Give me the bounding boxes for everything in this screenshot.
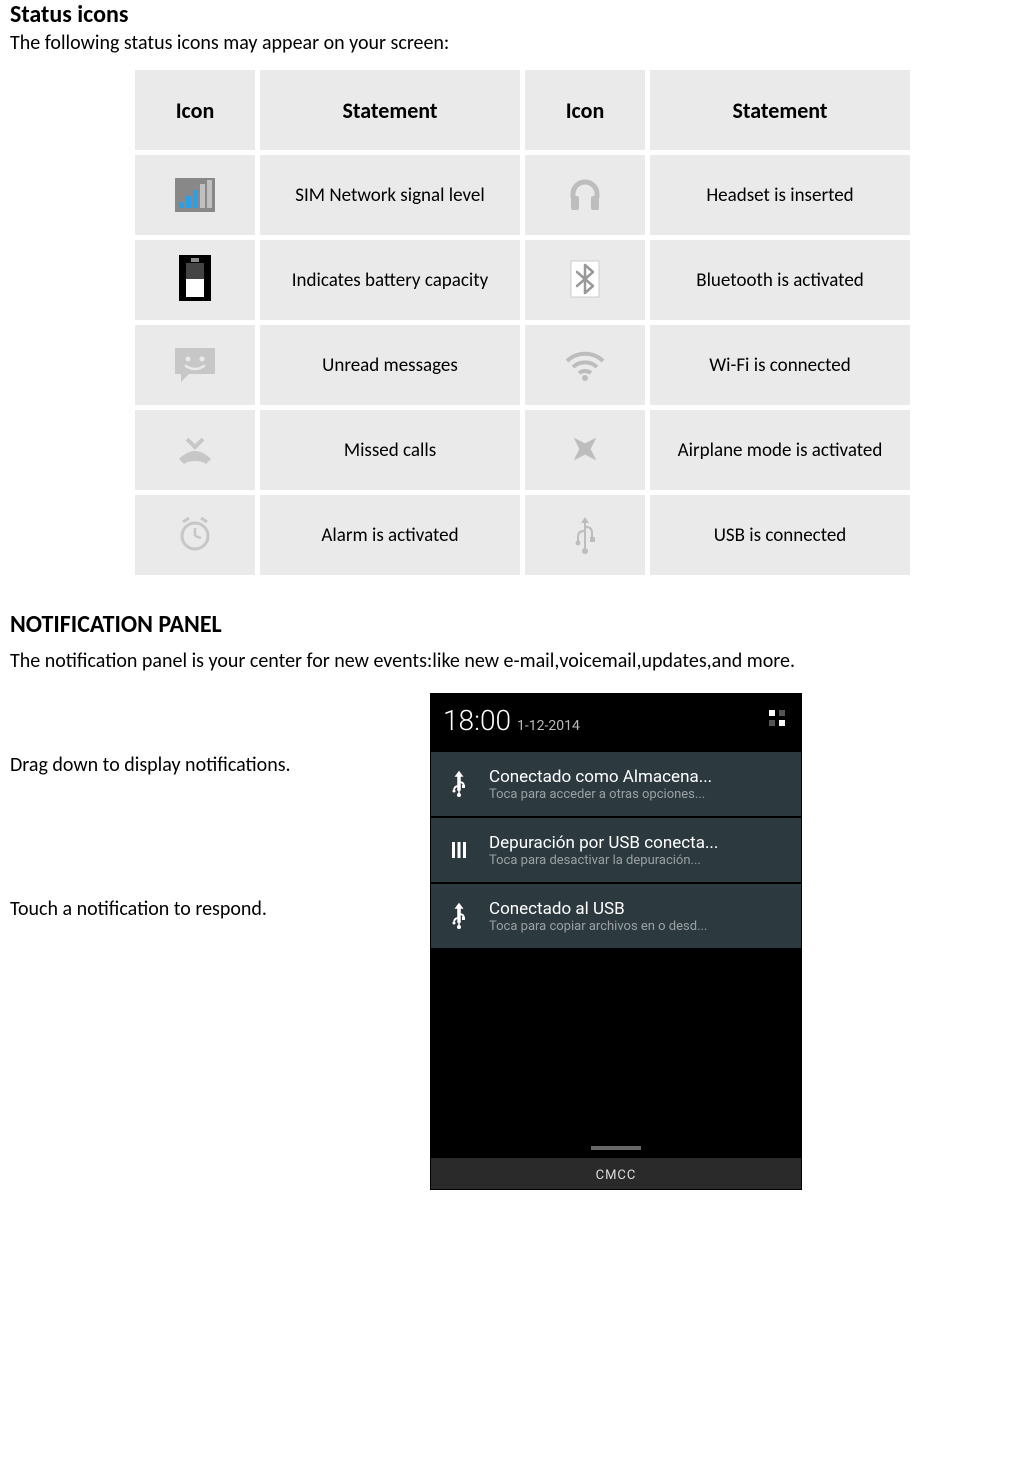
notification-title: Depuración por USB conecta... [489,833,789,853]
battery-icon [171,254,219,302]
notification-panel-heading: NOTIFICATION PANEL [10,610,1015,639]
notification-subtitle: Toca para copiar archivos en o desd... [489,919,789,934]
wifi-icon [561,341,609,389]
notification-subtitle: Toca para acceder a otras opciones... [489,787,789,802]
usb-icon [443,770,475,798]
usb-icon [443,902,475,930]
notification-panel-section: Drag down to display notifications. Touc… [10,693,1015,1190]
statement-cell: Bluetooth is activated [650,240,910,320]
phone-screenshot: 18:00 1-12-2014 Conectado como Almacena.… [430,693,802,1190]
airplane-icon [561,425,609,473]
header-statement-2: Statement [650,70,910,150]
header-icon-2: Icon [525,70,645,150]
table-row: Missed calls Airplane mode is activated [135,410,910,490]
headset-icon [561,170,609,218]
carrier-label: CMCC [596,1168,637,1183]
statement-cell: Headset is inserted [650,155,910,235]
table-row: Alarm is activated USB is connected [135,495,910,575]
statement-cell: USB is connected [650,495,910,575]
status-time: 18:00 [443,704,511,737]
status-date: 1-12-2014 [517,718,580,734]
table-row: Unread messages Wi-Fi is connected [135,325,910,405]
carrier-bar: CMCC [431,1158,801,1189]
table-row: Indicates battery capacity Bluetooth is … [135,240,910,320]
status-icons-heading: Status icons [10,0,1015,29]
status-icons-table: Icon Statement Icon Statement SIM Networ… [130,65,915,580]
statement-cell: Wi-Fi is connected [650,325,910,405]
quick-settings-icon[interactable] [767,708,789,730]
header-statement-1: Statement [260,70,520,150]
bluetooth-icon [561,255,609,303]
statement-cell: SIM Network signal level [260,155,520,235]
notification-item[interactable]: Conectado al USB Toca para copiar archiv… [431,883,801,949]
instruction-drag: Drag down to display notifications. [10,753,430,777]
statement-cell: Unread messages [260,325,520,405]
header-icon-1: Icon [135,70,255,150]
debug-icon [443,839,475,861]
usb-icon [561,510,609,558]
notification-empty-area[interactable] [431,949,801,1189]
statement-cell: Alarm is activated [260,495,520,575]
notification-item[interactable]: Depuración por USB conecta... Toca para … [431,817,801,883]
notification-instructions: Drag down to display notifications. Touc… [10,693,430,921]
statement-cell: Airplane mode is activated [650,410,910,490]
notification-title: Conectado como Almacena... [489,767,789,787]
notification-header[interactable]: 18:00 1-12-2014 [431,694,801,751]
missed-call-icon [171,426,219,474]
statement-cell: Missed calls [260,410,520,490]
notification-item[interactable]: Conectado como Almacena... Toca para acc… [431,751,801,817]
drag-handle-icon[interactable] [591,1146,641,1150]
alarm-icon [171,510,219,558]
statement-cell: Indicates battery capacity [260,240,520,320]
status-icons-intro: The following status icons may appear on… [10,31,1015,55]
instruction-touch: Touch a notification to respond. [10,897,430,921]
message-icon [171,341,219,389]
notification-subtitle: Toca para desactivar la depuración... [489,853,789,868]
table-row: SIM Network signal level Headset is inse… [135,155,910,235]
table-header-row: Icon Statement Icon Statement [135,70,910,150]
notification-title: Conectado al USB [489,899,789,919]
signal-strength-icon [171,171,219,219]
notification-panel-intro: The notification panel is your center fo… [10,649,1015,673]
